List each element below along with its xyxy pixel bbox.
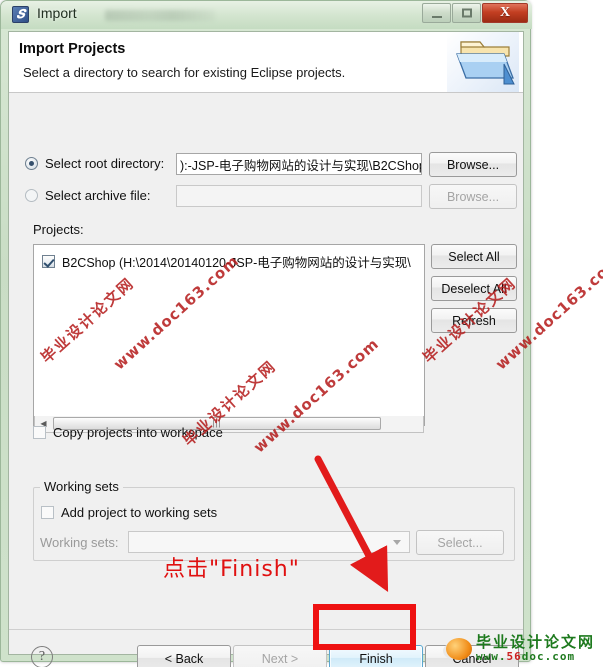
copy-projects-row[interactable]: Copy projects into workspace [33,425,223,440]
back-button[interactable]: < Back [137,645,231,667]
finish-button[interactable]: Finish [329,645,423,667]
project-path-label: B2CShop (H:\2014\20140120-JSP-电子购物网站的设计与… [62,256,411,270]
browse-archive-button: Browse... [429,184,517,209]
screenshot-root: 𝑺 Import X Import Projects Select a dire… [0,0,603,667]
copy-projects-label: Copy projects into workspace [53,425,223,440]
minimize-button[interactable] [422,3,451,23]
add-project-checkbox[interactable] [41,506,54,519]
eclipse-icon: 𝑺 [12,6,29,23]
maximize-button[interactable] [452,3,481,23]
window-titlebar[interactable]: 𝑺 Import X [1,1,532,29]
projects-label: Projects: [33,222,84,237]
root-directory-radio[interactable] [25,157,38,170]
archive-file-radio[interactable] [25,189,38,202]
logo-ball-icon [446,638,472,660]
window-controls: X [421,3,528,23]
working-sets-combo[interactable] [128,531,410,553]
footer-divider [9,629,523,630]
projects-listbox[interactable]: B2CShop (H:\2014\20140120-JSP-电子购物网站的设计与… [33,244,425,426]
browse-root-button[interactable]: Browse... [429,152,517,177]
logo-en-prefix: www. [476,650,507,664]
chevron-down-icon [393,539,401,545]
titlebar-ghost-text [105,10,215,21]
logo-en-suffix: doc.com [521,650,576,664]
deselect-all-button[interactable]: Deselect All [431,276,517,301]
root-directory-value: ):-JSP-电子购物网站的设计与实现\B2CShop [180,158,422,173]
root-directory-input[interactable]: ):-JSP-电子购物网站的设计与实现\B2CShop [176,153,422,175]
root-directory-label: Select root directory: [45,156,165,171]
minimize-icon [431,16,442,18]
working-sets-combo-label: Working sets: [40,535,119,550]
logo-en-text: www.56doc.com [476,651,595,663]
page-subtitle: Select a directory to search for existin… [23,65,346,80]
project-checkbox[interactable] [42,255,55,268]
working-sets-group-title: Working sets [40,479,123,494]
site-logo-watermark: 毕业设计论文网 www.56doc.com [446,631,603,667]
logo-en-highlight: 56 [506,650,522,664]
list-item[interactable]: B2CShop (H:\2014\20140120-JSP-电子购物网站的设计与… [42,252,411,271]
wizard-header: Import Projects Select a directory to se… [9,32,523,93]
select-all-button[interactable]: Select All [431,244,517,269]
logo-text-block: 毕业设计论文网 www.56doc.com [476,633,596,663]
callout-text: 点击"Finish" [163,557,300,582]
add-project-row[interactable]: Add project to working sets [41,505,217,520]
next-button: Next > [233,645,327,667]
folder-import-icon [447,32,519,92]
select-root-directory-row[interactable]: Select root directory: [25,156,164,171]
close-button[interactable]: X [482,3,528,23]
working-sets-select-button: Select... [416,530,504,555]
archive-file-label: Select archive file: [45,188,151,203]
window-title: Import [37,5,77,21]
close-icon: X [499,5,511,20]
logo-cn-text: 毕业设计论文网 [476,633,596,652]
copy-projects-checkbox[interactable] [33,426,46,439]
help-icon[interactable]: ? [31,646,53,667]
select-archive-file-row[interactable]: Select archive file: [25,188,151,203]
page-title: Import Projects [19,41,126,57]
refresh-button[interactable]: Refresh [431,308,517,333]
add-project-label: Add project to working sets [61,505,218,520]
archive-file-input[interactable] [176,185,422,207]
maximize-icon [461,8,472,18]
